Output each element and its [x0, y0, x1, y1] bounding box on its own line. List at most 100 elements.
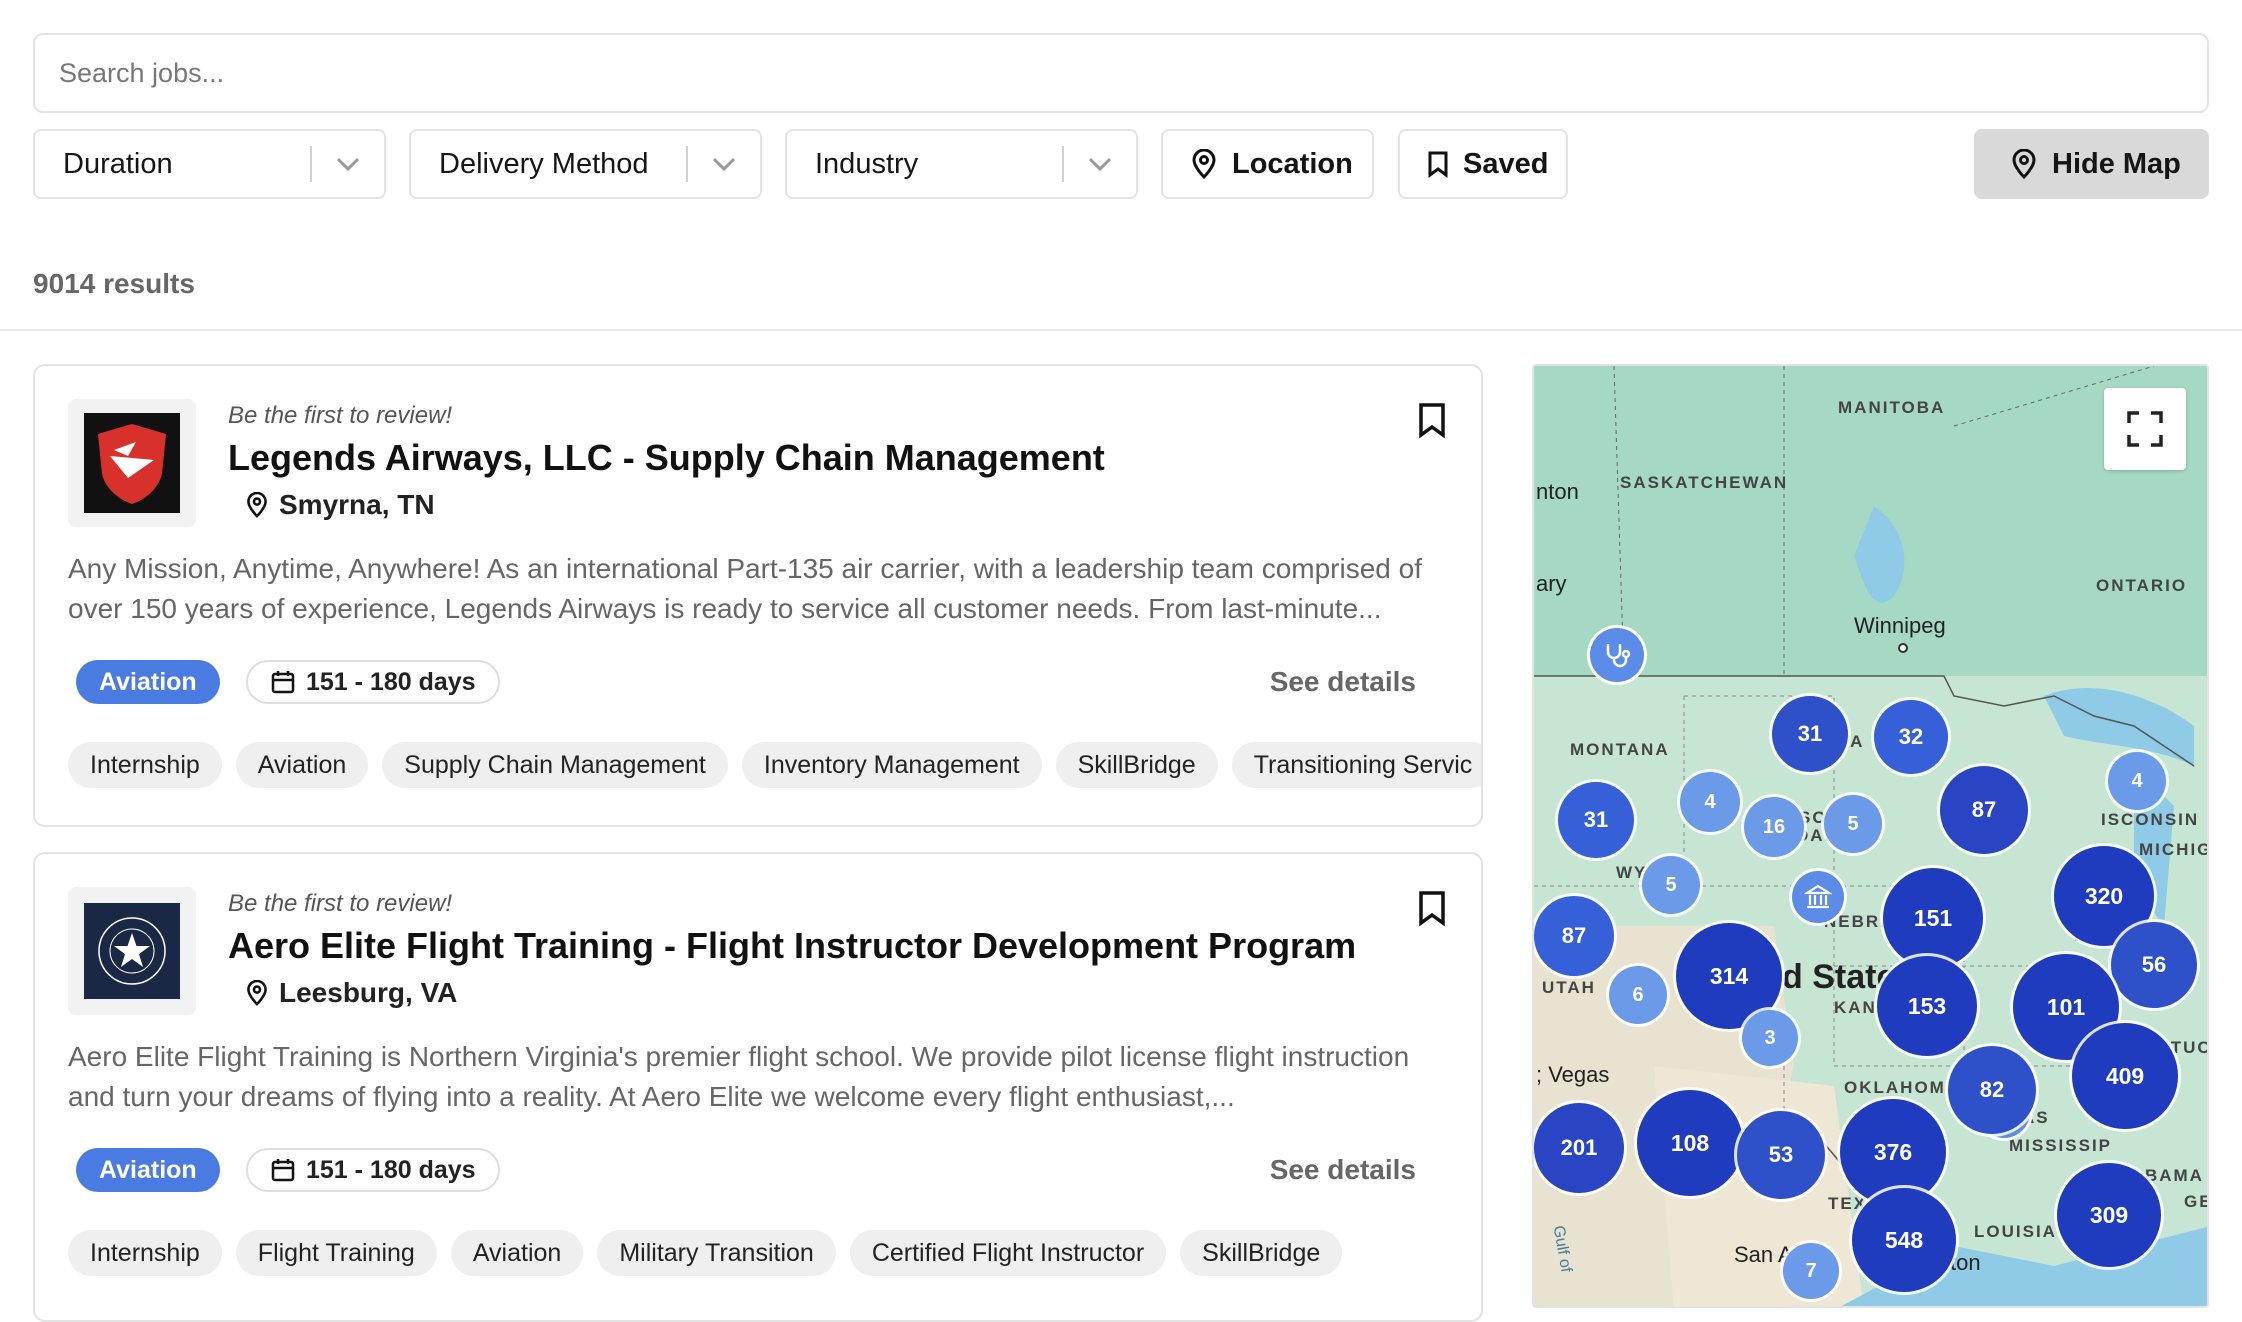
map-cluster[interactable]: 31: [1558, 782, 1634, 858]
map-cluster[interactable]: 153: [1877, 956, 1977, 1056]
saved-button[interactable]: Saved: [1398, 129, 1568, 199]
map-cluster[interactable]: 87: [1940, 766, 2028, 854]
see-details-link[interactable]: See details: [1270, 666, 1416, 698]
map-cluster[interactable]: 108: [1637, 1090, 1743, 1196]
see-details-link[interactable]: See details: [1270, 1154, 1416, 1186]
map-label: MICHIG: [2139, 840, 2209, 859]
map-label: MISSISSIP: [2009, 1136, 2113, 1155]
hide-map-button[interactable]: Hide Map: [1974, 129, 2209, 199]
map-cluster[interactable]: 151: [1883, 868, 1983, 968]
review-prompt: Be the first to review!: [228, 890, 453, 917]
city-dot-icon: [1898, 643, 1908, 653]
map-cluster[interactable]: 56: [2111, 922, 2197, 1008]
duration-badge-label: 151 - 180 days: [306, 1155, 476, 1184]
search-input[interactable]: Search jobs...: [33, 33, 2209, 113]
tag[interactable]: SkillBridge: [1055, 742, 1218, 788]
tag[interactable]: Internship: [68, 742, 222, 788]
job-title[interactable]: Legends Airways, LLC - Supply Chain Mana…: [228, 437, 1105, 479]
location-button[interactable]: Location: [1161, 129, 1374, 199]
job-location: Leesburg, VA: [245, 977, 457, 1009]
job-location: Smyrna, TN: [245, 489, 435, 521]
calendar-icon: [271, 671, 295, 694]
map-label: SASKATCHEWAN: [1620, 473, 1789, 492]
map-panel[interactable]: MANITOBA SASKATCHEWAN ONTARIO MONTANA IS…: [1532, 364, 2209, 1308]
map-cluster[interactable]: 5: [1824, 795, 1882, 853]
duration-badge-label: 151 - 180 days: [306, 667, 476, 696]
map-pin-icon: [1192, 149, 1216, 179]
job-title[interactable]: Aero Elite Flight Training - Flight Inst…: [228, 925, 1356, 967]
aero-elite-star-logo-icon: [98, 917, 166, 985]
delivery-method-filter[interactable]: Delivery Method: [409, 129, 762, 199]
map-label: GE: [2184, 1192, 2207, 1211]
calendar-icon: [271, 1159, 295, 1182]
map-cluster[interactable]: 3: [1742, 1010, 1798, 1066]
bookmark-button[interactable]: [1417, 402, 1447, 443]
job-card[interactable]: Be the first to review! Legends Airways,…: [33, 364, 1483, 827]
tag[interactable]: SkillBridge: [1180, 1230, 1343, 1276]
map-cluster[interactable]: 31: [1772, 696, 1848, 772]
map-cluster[interactable]: 309: [2057, 1163, 2161, 1267]
tag[interactable]: Transitioning Servic: [1231, 742, 1481, 788]
city-label: ton: [1950, 1250, 1981, 1275]
tag[interactable]: Inventory Management: [741, 742, 1042, 788]
tag[interactable]: Internship: [68, 1230, 222, 1276]
map-cluster[interactable]: 7: [1783, 1243, 1839, 1299]
map-cluster[interactable]: 82: [1948, 1046, 2036, 1134]
map-label: OKLAHOM: [1844, 1078, 1946, 1097]
tag[interactable]: Aviation: [235, 742, 369, 788]
map-cluster[interactable]: 4: [2108, 752, 2166, 810]
tag[interactable]: Flight Training: [235, 1230, 437, 1276]
tag[interactable]: Aviation: [450, 1230, 584, 1276]
map-pin-icon: [2012, 149, 2036, 179]
bookmark-icon: [1428, 151, 1448, 178]
tag[interactable]: Military Transition: [597, 1230, 836, 1276]
job-card[interactable]: Be the first to review! Aero Elite Fligh…: [33, 852, 1483, 1322]
city-label: Winnipeg: [1854, 613, 1946, 638]
tag[interactable]: Supply Chain Management: [382, 742, 728, 788]
duration-badge: 151 - 180 days: [246, 1148, 500, 1192]
divider: [0, 329, 2242, 331]
map-label: UTAH: [1542, 978, 1596, 997]
hide-map-button-label: Hide Map: [2052, 147, 2181, 180]
map-cluster[interactable]: 409: [2072, 1023, 2178, 1129]
duration-filter[interactable]: Duration: [33, 129, 386, 199]
map-cluster[interactable]: 201: [1534, 1103, 1624, 1193]
map-cluster[interactable]: 53: [1737, 1111, 1825, 1199]
job-location-label: Smyrna, TN: [279, 489, 435, 520]
job-location-label: Leesburg, VA: [279, 977, 458, 1008]
city-label: ; Vegas: [1536, 1062, 1610, 1087]
government-marker[interactable]: [1792, 871, 1844, 923]
results-count: 9014 results: [33, 268, 195, 299]
saved-button-label: Saved: [1463, 147, 1549, 180]
bookmark-button[interactable]: [1417, 890, 1447, 931]
job-description: Aero Elite Flight Training is Northern V…: [68, 1041, 1410, 1112]
map-pin-icon: [247, 980, 267, 1006]
industry-filter[interactable]: Industry: [785, 129, 1138, 199]
map-cluster[interactable]: 87: [1534, 896, 1614, 976]
map-label: MONTANA: [1570, 740, 1670, 759]
map-pin-icon: [247, 492, 267, 518]
category-badge: Aviation: [76, 1148, 220, 1192]
company-logo: [68, 887, 196, 1015]
tag-list: Internship Flight Training Aviation Mili…: [68, 1230, 1481, 1276]
location-button-label: Location: [1232, 147, 1353, 180]
duration-badge: 151 - 180 days: [246, 660, 500, 704]
medical-marker[interactable]: [1590, 628, 1644, 682]
bookmark-icon: [1419, 403, 1445, 439]
industry-filter-label: Industry: [815, 147, 919, 180]
category-badge: Aviation: [76, 660, 220, 704]
city-label: nton: [1536, 479, 1579, 504]
map-cluster[interactable]: 548: [1852, 1188, 1956, 1292]
stethoscope-icon: [1606, 644, 1631, 668]
bookmark-icon: [1419, 891, 1445, 927]
map-cluster[interactable]: 6: [1609, 966, 1667, 1024]
duration-filter-label: Duration: [63, 147, 173, 180]
fullscreen-button[interactable]: [2104, 388, 2186, 470]
chevron-down-icon: [1064, 157, 1136, 171]
map-cluster[interactable]: 5: [1642, 856, 1700, 914]
delivery-method-filter-label: Delivery Method: [439, 147, 649, 180]
map-cluster[interactable]: 4: [1680, 772, 1740, 832]
tag[interactable]: Certified Flight Instructor: [849, 1230, 1167, 1276]
map-cluster[interactable]: 16: [1744, 797, 1804, 857]
map-cluster[interactable]: 32: [1874, 700, 1948, 774]
